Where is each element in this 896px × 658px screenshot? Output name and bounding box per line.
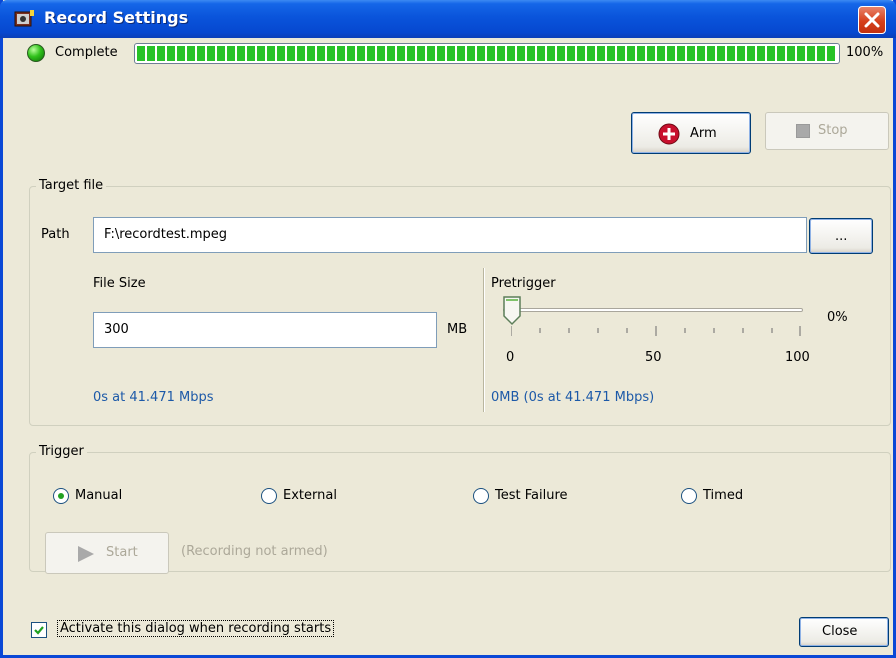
arm-record-icon — [658, 123, 680, 145]
progress-bar — [134, 43, 840, 64]
stop-icon — [796, 124, 810, 138]
radio-manual-label: Manual — [75, 488, 123, 503]
browse-label: ... — [835, 229, 848, 244]
radio-external-label: External — [283, 488, 337, 503]
status-label: Complete — [55, 45, 118, 60]
start-button[interactable]: Start — [45, 532, 169, 574]
arm-label: Arm — [690, 126, 717, 141]
stop-button[interactable]: Stop — [765, 112, 889, 150]
start-label: Start — [106, 545, 138, 560]
arm-button[interactable]: Arm — [631, 112, 751, 154]
stop-label: Stop — [818, 123, 848, 138]
activate-dialog-checkbox[interactable] — [31, 622, 47, 638]
app-icon — [14, 10, 34, 27]
radio-external[interactable] — [261, 488, 277, 504]
radio-test-failure[interactable] — [473, 488, 489, 504]
checkmark-icon — [34, 626, 44, 635]
radio-timed[interactable] — [681, 488, 697, 504]
title-bar[interactable]: Record Settings — [0, 0, 896, 38]
file-size-unit: MB — [447, 322, 468, 337]
target-file-legend: Target file — [36, 178, 107, 193]
close-button[interactable]: Close — [799, 617, 889, 647]
radio-test-failure-label: Test Failure — [495, 488, 568, 503]
group-divider — [483, 268, 484, 412]
progress-percent: 100% — [846, 45, 884, 60]
close-icon — [864, 12, 880, 28]
radio-timed-label: Timed — [703, 488, 744, 503]
file-size-label: File Size — [93, 276, 146, 291]
radio-manual[interactable] — [53, 488, 69, 504]
slider-max-label: 100 — [785, 350, 810, 365]
pretrigger-label: Pretrigger — [491, 276, 556, 291]
pretrigger-percent: 0% — [827, 310, 848, 325]
activate-dialog-label[interactable]: Activate this dialog when recording star… — [57, 620, 335, 637]
trigger-legend: Trigger — [36, 444, 87, 459]
path-label: Path — [41, 227, 70, 242]
progress-fill — [137, 46, 837, 61]
path-input[interactable]: F:\recordtest.mpeg — [93, 217, 807, 253]
browse-button[interactable]: ... — [809, 218, 873, 254]
slider-mid-label: 50 — [645, 350, 662, 365]
close-label: Close — [822, 624, 858, 639]
file-size-input[interactable]: 300 — [93, 312, 437, 348]
status-led-icon — [27, 44, 45, 62]
play-icon — [78, 546, 94, 562]
pretrigger-info: 0MB (0s at 41.471 Mbps) — [491, 390, 655, 405]
armed-status-text: (Recording not armed) — [181, 544, 328, 559]
pretrigger-slider-ticks — [511, 326, 801, 336]
window-close-button[interactable] — [858, 6, 886, 34]
pretrigger-slider-track[interactable] — [503, 308, 803, 312]
window-title: Record Settings — [44, 8, 189, 27]
file-size-info: 0s at 41.471 Mbps — [93, 390, 214, 405]
record-settings-window: Record Settings Complete 100% Arm Stop T… — [0, 0, 896, 658]
pretrigger-slider-thumb[interactable] — [502, 296, 522, 326]
slider-min-label: 0 — [506, 350, 515, 365]
